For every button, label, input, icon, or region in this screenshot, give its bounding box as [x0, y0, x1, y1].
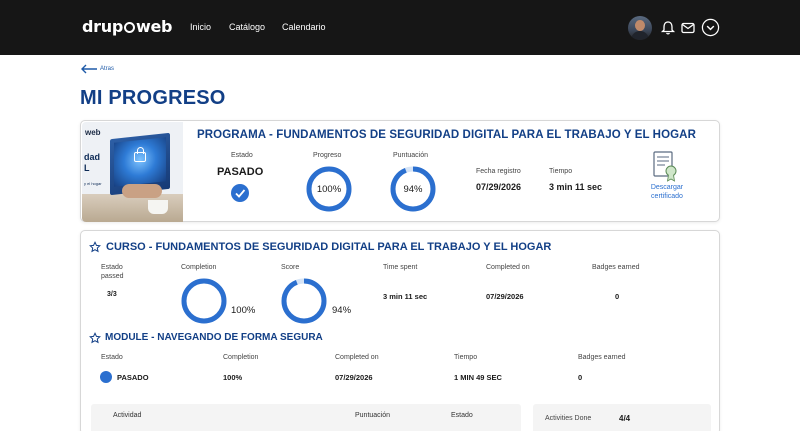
nav-calendario[interactable]: Calendario — [282, 22, 326, 32]
col-actividad: Actividad — [113, 412, 142, 419]
program-score-value: 94% — [403, 183, 423, 195]
module-title: MODULE - NAVEGANDO DE FORMA SEGURA — [105, 332, 323, 343]
module-badges-value: 0 — [578, 373, 583, 382]
arrow-left-icon — [81, 64, 97, 74]
module-badges-label: Badges earned — [578, 354, 626, 361]
module-estado-label: Estado — [101, 354, 123, 361]
module-tiempo-value: 1 MIN 49 SEC — [454, 373, 502, 382]
program-progress-value: 100% — [316, 183, 342, 195]
module-completed-label: Completed on — [335, 354, 379, 361]
logo-o-mark — [124, 22, 135, 33]
thumb-headline: dad L — [84, 152, 100, 174]
program-thumbnail[interactable]: web dad L y el hogar — [82, 122, 183, 222]
thumb-headline-line1: dad — [84, 152, 101, 162]
course-score-value: 94% — [332, 305, 352, 316]
course-badges-label: Badges earned — [592, 264, 640, 271]
module-status-dot — [100, 371, 112, 383]
chevron-down-icon[interactable] — [701, 18, 720, 37]
col-puntuacion: Puntuación — [355, 412, 391, 419]
program-card: web dad L y el hogar PROGRAMA - FUNDAMEN… — [80, 120, 720, 222]
back-link[interactable]: Atras — [80, 64, 114, 74]
activities-done-label: Activities Done — [545, 415, 592, 422]
program-fecha-label: Fecha registro — [476, 168, 521, 175]
module-completed-value: 07/29/2026 — [335, 373, 373, 382]
activities-done-box: Activities Done 4/4 — [533, 404, 711, 431]
course-time-value: 3 min 11 sec — [383, 292, 428, 301]
nav-catalogo[interactable]: Catálogo — [229, 22, 265, 32]
module-estado-value: PASADO — [117, 373, 149, 382]
program-estado-label: Estado — [231, 152, 253, 159]
course-badges-value: 0 — [615, 292, 620, 301]
program-progreso-label: Progreso — [313, 152, 342, 159]
course-score-label: Score — [281, 264, 300, 271]
program-title: PROGRAMA - FUNDAMENTOS DE SEGURIDAD DIGI… — [197, 129, 696, 141]
program-estado-value: PASADO — [217, 166, 264, 178]
module-completion-value: 100% — [223, 373, 243, 382]
activities-table: Actividad Puntuación Estado — [91, 404, 521, 431]
thumb-brand: web — [85, 128, 101, 137]
course-completion-label: Completion — [181, 264, 217, 271]
course-completion-value: 100% — [231, 305, 256, 316]
nav-inicio[interactable]: Inicio — [190, 22, 211, 32]
course-completion-ring — [181, 278, 227, 324]
thumb-hands — [122, 184, 162, 198]
back-label: Atras — [100, 66, 115, 72]
thumb-subtext: y el hogar — [84, 181, 102, 186]
module-star-icon[interactable] — [89, 332, 101, 344]
module-completion-label: Completion — [223, 354, 259, 361]
col-estado: Estado — [451, 412, 473, 419]
thumb-cup — [148, 200, 168, 214]
program-tiempo-label: Tiempo — [549, 168, 573, 175]
course-time-label: Time spent — [383, 264, 418, 271]
program-score-ring: 94% — [390, 166, 436, 212]
certificate-icon[interactable] — [652, 150, 680, 182]
course-estado-value: 3/3 — [107, 291, 117, 298]
thumb-screen — [114, 137, 166, 187]
course-completed-label: Completed on — [486, 264, 530, 271]
course-estado-label: Estado — [101, 264, 123, 271]
program-fecha-value: 07/29/2026 — [476, 182, 522, 192]
module-tiempo-label: Tiempo — [454, 354, 478, 361]
logo[interactable]: drup web — [82, 17, 172, 36]
course-passed-label: passed — [101, 273, 124, 280]
program-puntuacion-label: Puntuación — [393, 152, 429, 159]
course-score-ring — [281, 278, 327, 324]
course-completed-value: 07/29/2026 — [486, 292, 524, 301]
course-card: CURSO - FUNDAMENTOS DE SEGURIDAD DIGITAL… — [80, 230, 720, 431]
program-progress-ring: 100% — [306, 166, 352, 212]
course-title: CURSO - FUNDAMENTOS DE SEGURIDAD DIGITAL… — [106, 241, 552, 253]
page-title: MI PROGRESO — [80, 87, 226, 109]
cert-line2: certificado — [651, 193, 683, 200]
cert-line1: Descargar — [650, 184, 684, 191]
bell-icon[interactable] — [658, 18, 678, 38]
activities-done-value: 4/4 — [619, 414, 631, 423]
check-icon — [231, 184, 249, 202]
thumb-headline-line2: L — [84, 163, 90, 173]
logo-text-right: web — [136, 17, 173, 36]
program-tiempo-value: 3 min 11 sec — [549, 182, 603, 192]
lock-icon — [134, 147, 146, 162]
avatar[interactable] — [628, 16, 652, 40]
top-navbar: drup web Inicio Catálogo Calendario — [0, 0, 800, 55]
star-icon[interactable] — [89, 241, 101, 253]
download-certificate-link[interactable]: Descargar certificado — [644, 183, 690, 201]
logo-text-left: drup — [82, 17, 123, 36]
mail-icon[interactable] — [678, 18, 698, 38]
